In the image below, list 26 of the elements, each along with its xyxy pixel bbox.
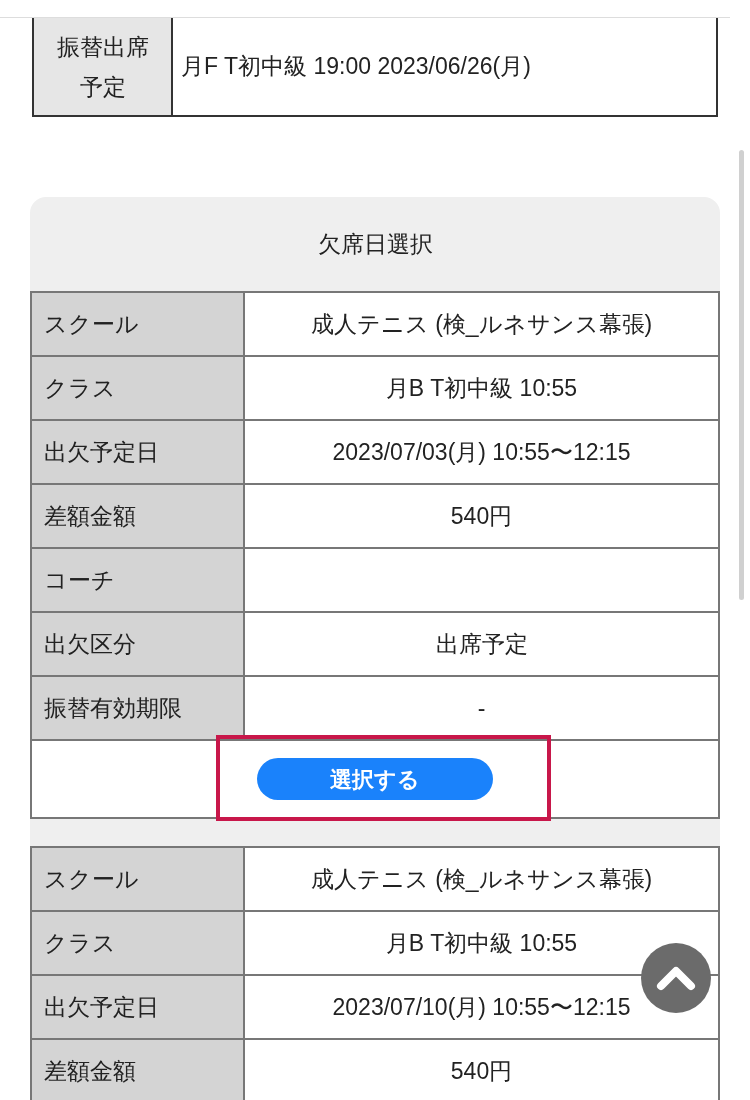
- row-label: コーチ: [32, 549, 245, 611]
- row-value: 月F T初中級 19:00 2023/06/26(月): [180, 52, 532, 82]
- panel-title: 欠席日選択: [316, 229, 434, 259]
- row-value: 成人テニス (検_ルネサンス幕張): [310, 864, 653, 894]
- row-label: クラス: [32, 357, 245, 419]
- row-value: 2023/07/10(月) 10:55〜12:15: [332, 992, 631, 1022]
- row-value: 540円: [450, 501, 513, 531]
- row-value: 月B T初中級 10:55: [385, 373, 578, 403]
- select-button[interactable]: 選択する: [257, 758, 493, 800]
- row-label: スクール: [32, 293, 245, 355]
- row-label: スクール: [32, 848, 245, 910]
- row-label: 出欠区分: [32, 613, 245, 675]
- row-label: 出欠予定日: [32, 421, 245, 483]
- row-label: 差額金額: [32, 1040, 245, 1100]
- row-value: 月B T初中級 10:55: [385, 928, 578, 958]
- row-value: 成人テニス (検_ルネサンス幕張): [310, 309, 653, 339]
- row-value: 出席予定: [435, 629, 528, 659]
- row-label: 振替有効期限: [32, 677, 245, 739]
- row-value: 2023/07/03(月) 10:55〜12:15: [332, 437, 631, 467]
- row-label: 差額金額: [32, 485, 245, 547]
- row-label: 出欠予定日: [32, 976, 245, 1038]
- row-value: 540円: [450, 1056, 513, 1086]
- row-value: -: [477, 693, 486, 723]
- chevron-up-icon: [656, 965, 696, 991]
- row-label: 振替出席予定: [34, 18, 173, 115]
- row-label: クラス: [32, 912, 245, 974]
